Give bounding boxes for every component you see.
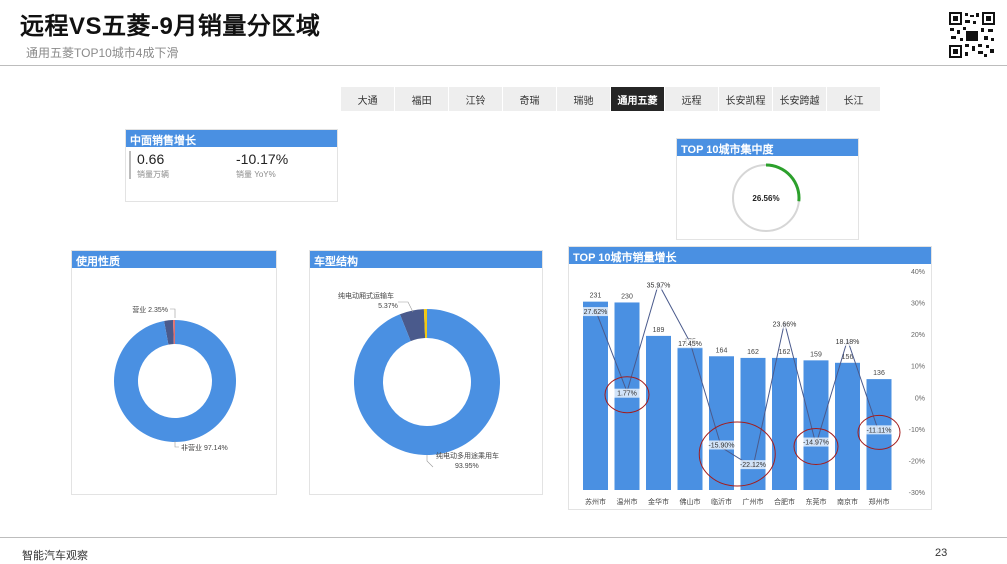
x-tick-label: 临沂市: [711, 497, 732, 506]
model-structure-card: 车型结构 纯电动厢式运输车 5.37% 纯电动多用途乘用车 93.95%: [309, 250, 543, 495]
y2-tick-label: -20%: [909, 458, 925, 465]
tab-brand[interactable]: 江铃: [448, 87, 503, 111]
tab-brand-active[interactable]: 通用五菱: [610, 87, 665, 111]
page-title: 远程VS五菱-9月销量分区域: [20, 13, 321, 40]
leader-line: [170, 308, 176, 318]
x-tick-label: 温州市: [617, 497, 638, 506]
top10-growth-card: TOP 10城市销量增长 40% 30% 20% 10% 0% -10% -20% -30% 2…: [568, 246, 932, 510]
growth-label: 1.77%: [617, 391, 637, 398]
y2-tick-label: 20%: [911, 332, 925, 339]
x-tick-label: 郑州市: [869, 497, 890, 506]
bar: [803, 360, 829, 490]
growth-label: 18.18%: [836, 339, 860, 346]
tab-brand[interactable]: 长安凯程: [718, 87, 773, 111]
top10-growth-card-title: TOP 10城市销量增长: [569, 247, 931, 264]
kpi-card-title: 中面销售增长: [126, 130, 337, 147]
bar: [740, 357, 766, 490]
bar-value-label: 162: [779, 349, 791, 356]
x-tick-label: 南京市: [837, 497, 858, 506]
tab-brand[interactable]: 远程: [664, 87, 719, 111]
y2-tick-label: 40%: [911, 269, 925, 276]
slice-label: 营业 2.35%: [132, 305, 168, 314]
y2-tick-label: 30%: [911, 301, 925, 308]
page-number: 23: [935, 547, 948, 559]
growth-label: -11.11%: [866, 427, 891, 434]
bar: [835, 362, 860, 490]
kpi-yoy-value: -10.17%: [236, 151, 289, 167]
bar-value-label: 230: [621, 293, 633, 300]
bar: [646, 335, 671, 490]
x-tick-label: 广州市: [743, 497, 764, 506]
concentration-card-title: TOP 10城市集中度: [677, 139, 858, 156]
bar: [709, 356, 734, 490]
bar-value-label: 164: [716, 347, 728, 354]
y2-tick-label: -30%: [909, 490, 925, 497]
bar-value-label: 231: [590, 293, 602, 300]
footer-divider: [0, 537, 1007, 538]
bar: [772, 357, 797, 490]
slice-label: 非营业 97.14%: [181, 443, 228, 452]
tab-brand[interactable]: 大通: [341, 87, 395, 111]
tab-brand[interactable]: 瑞驰: [556, 87, 611, 111]
bar: [866, 379, 892, 490]
slice-label: 纯电动多用途乘用车: [436, 451, 499, 460]
bar: [583, 301, 608, 490]
bar: [677, 347, 703, 490]
bar-value-label: 189: [653, 327, 665, 334]
kpi-sales-value: 0.66: [137, 151, 165, 167]
growth-label: 23.66%: [773, 322, 797, 329]
y2-tick-label: -10%: [909, 427, 925, 434]
growth-label: -22.12%: [740, 462, 766, 469]
y2-tick-label: 0%: [915, 395, 925, 402]
x-tick-label: 合肥市: [774, 497, 795, 506]
model-structure-donut-chart: 纯电动厢式运输车 5.37% 纯电动多用途乘用车 93.95%: [338, 291, 500, 470]
bar-value-label: 162: [747, 349, 759, 356]
tab-brand[interactable]: 长江: [826, 87, 881, 111]
x-tick-label: 金华市: [648, 497, 669, 506]
header-divider: [0, 65, 1007, 66]
growth-label: -14.97%: [803, 440, 829, 447]
slice-label: 纯电动厢式运输车: [338, 291, 394, 300]
usage-card-title: 使用性质: [72, 251, 276, 268]
y2-tick-label: 10%: [911, 364, 925, 371]
growth-label: -15.90%: [708, 442, 734, 449]
growth-label: 17.45%: [678, 341, 702, 348]
bar-value-label: 136: [873, 370, 885, 377]
bar-value-label: 159: [810, 351, 822, 358]
donut-slice: [354, 309, 500, 455]
x-tick-label: 苏州市: [585, 497, 606, 506]
kpi-yoy-label: 销量 YoY%: [236, 170, 276, 179]
concentration-card: TOP 10城市集中度 26.56%: [676, 138, 859, 240]
top10-growth-chart: 40% 30% 20% 10% 0% -10% -20% -30% 231 苏州市 230 温州市 18…: [581, 269, 925, 506]
tab-brand[interactable]: 奇瑞: [502, 87, 557, 111]
brand-tabs: 大通 福田 江铃 奇瑞 瑞驰 通用五菱 远程 长安凯程 长安跨越 长江: [341, 87, 881, 111]
kpi-sales-label: 销量万辆: [137, 170, 169, 179]
growth-label: 27.62%: [584, 309, 608, 316]
usage-card: 使用性质 营业 2.35% 非营业 97.14%: [71, 250, 277, 495]
model-structure-card-title: 车型结构: [310, 251, 542, 268]
qr-code-icon: [948, 11, 996, 59]
gauge-value-label: 26.56%: [752, 194, 779, 203]
leader-line: [398, 301, 414, 313]
tab-brand[interactable]: 福田: [394, 87, 449, 111]
page-subtitle: 通用五菱TOP10城市4成下滑: [26, 46, 179, 60]
concentration-gauge: 26.56%: [732, 163, 801, 232]
tab-brand[interactable]: 长安跨越: [772, 87, 827, 111]
usage-donut-chart: 营业 2.35% 非营业 97.14%: [113, 305, 236, 452]
slice-value-label: 93.95%: [455, 463, 479, 470]
growth-label: 35.97%: [647, 283, 671, 290]
slice-value-label: 5.37%: [378, 303, 398, 310]
kpi-card: 中面销售增长 0.66 销量万辆 -10.17% 销量 YoY%: [125, 129, 338, 202]
x-tick-label: 佛山市: [680, 497, 701, 506]
footer-source: 智能汽车观察: [22, 550, 88, 562]
leader-line: [426, 455, 434, 468]
kpi-accent-bar: [129, 151, 131, 179]
x-tick-label: 东莞市: [806, 497, 827, 506]
